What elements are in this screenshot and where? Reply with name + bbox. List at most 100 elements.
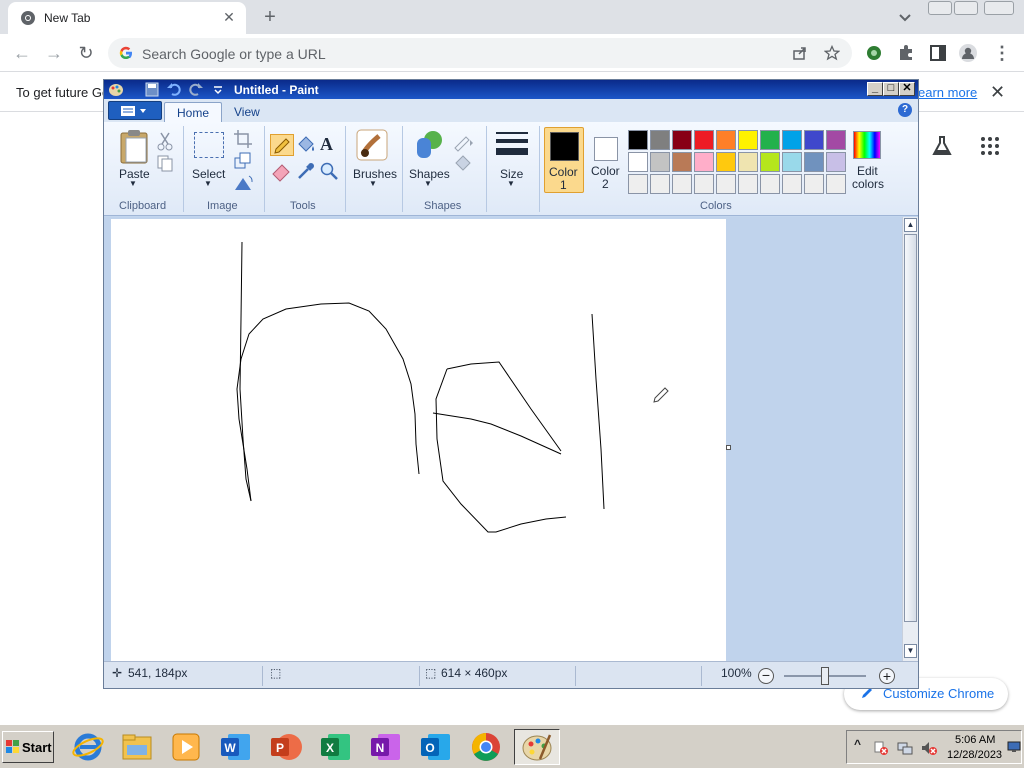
canvas-resize-handle[interactable] [726,445,731,450]
redo-icon[interactable] [188,82,204,97]
text-tool-icon[interactable]: A [320,134,333,155]
star-icon[interactable] [824,45,840,61]
magnifier-icon[interactable] [318,160,340,182]
palette-swatch[interactable] [804,152,824,172]
palette-swatch[interactable] [672,174,692,194]
palette-swatch[interactable] [826,152,846,172]
palette-swatch[interactable] [650,130,670,150]
monitor-icon[interactable] [1007,741,1021,753]
paint-app-icon[interactable] [108,82,124,97]
powerpoint-icon[interactable]: P [268,729,304,765]
paint-file-menu-button[interactable] [108,101,162,120]
labs-flask-icon[interactable] [930,134,954,158]
scroll-thumb[interactable] [904,234,917,622]
start-button[interactable]: Start [2,731,54,763]
media-player-icon[interactable] [168,729,204,765]
palette-swatch[interactable] [694,130,714,150]
scroll-up-icon[interactable]: ▲ [904,218,917,232]
reload-icon[interactable]: ↻ [74,41,98,65]
vertical-scrollbar[interactable]: ▲ ▼ [902,217,918,661]
palette-swatch[interactable] [782,130,802,150]
color2-button[interactable]: Color 2 [588,127,624,193]
browser-tab[interactable]: New Tab ✕ [8,2,246,34]
forward-icon[interactable]: → [42,41,66,65]
close-window-button[interactable] [984,1,1014,15]
minimize-button[interactable] [928,1,952,15]
tab-view[interactable]: View [222,102,272,122]
palette-swatch[interactable] [694,152,714,172]
pencil-tool-button[interactable] [270,134,294,156]
palette-swatch[interactable] [760,152,780,172]
scroll-down-icon[interactable]: ▼ [904,644,917,658]
omnibox[interactable]: Search Google or type a URL [108,38,852,68]
extension-globe-icon[interactable] [864,43,884,63]
network-icon[interactable] [897,740,913,756]
palette-swatch[interactable] [716,152,736,172]
fill-icon[interactable] [452,152,474,174]
puzzle-icon[interactable] [896,43,916,63]
palette-swatch[interactable] [760,130,780,150]
rotate-icon[interactable] [232,172,254,194]
fill-bucket-icon[interactable] [295,134,317,156]
palette-swatch[interactable] [782,152,802,172]
onenote-icon[interactable]: N [368,729,404,765]
palette-swatch[interactable] [716,130,736,150]
palette-swatch[interactable] [782,174,802,194]
palette-swatch[interactable] [826,174,846,194]
tab-home[interactable]: Home [164,102,223,122]
apps-grid-icon[interactable] [980,136,1000,156]
drawing-canvas[interactable] [111,219,726,661]
profile-avatar-icon[interactable] [958,43,978,63]
paint-close-button[interactable]: ✕ [899,82,915,96]
palette-swatch[interactable] [826,130,846,150]
palette-swatch[interactable] [694,174,714,194]
clock-date[interactable]: 12/28/2023 [947,749,1002,761]
chrome-icon[interactable] [468,729,504,765]
zoom-slider-thumb[interactable] [821,667,829,685]
crop-icon[interactable] [232,128,254,150]
outlook-icon[interactable]: O [418,729,454,765]
show-hidden-icons-icon[interactable]: ^ [854,737,861,751]
paste-icon[interactable] [118,128,150,164]
color1-button[interactable]: Color 1 [544,127,584,193]
paint-minimize-button[interactable]: _ [867,82,883,96]
restore-button[interactable] [954,1,978,15]
resize-icon[interactable] [232,150,254,172]
word-icon[interactable]: W [218,729,254,765]
select-icon[interactable] [194,132,224,158]
edit-colors-button[interactable]: Edit colors [849,127,885,193]
zoom-in-icon[interactable]: + [879,668,895,684]
palette-swatch[interactable] [650,174,670,194]
excel-icon[interactable]: X [318,729,354,765]
internet-explorer-icon[interactable] [70,729,106,765]
side-panel-icon[interactable] [928,43,948,63]
palette-swatch[interactable] [738,174,758,194]
shapes-dropdown-icon[interactable]: ▼ [424,179,432,188]
volume-muted-icon[interactable] [921,740,937,756]
copy-icon[interactable] [154,152,176,174]
palette-swatch[interactable] [628,130,648,150]
select-dropdown-icon[interactable]: ▼ [204,179,212,188]
save-icon[interactable] [144,82,160,97]
info-bar-close-icon[interactable]: ✕ [990,82,1005,103]
palette-swatch[interactable] [672,130,692,150]
color-picker-icon[interactable] [295,160,317,182]
palette-swatch[interactable] [628,152,648,172]
chevron-down-icon[interactable] [895,8,915,28]
eraser-icon[interactable] [270,160,292,182]
security-alert-icon[interactable] [873,740,889,756]
outline-icon[interactable] [452,130,474,152]
paint-maximize-button[interactable]: □ [883,82,899,96]
share-icon[interactable] [792,45,808,61]
palette-swatch[interactable] [672,152,692,172]
tab-close-icon[interactable]: ✕ [220,8,238,26]
palette-swatch[interactable] [738,152,758,172]
new-tab-button[interactable]: + [258,6,282,30]
palette-swatch[interactable] [804,174,824,194]
palette-swatch[interactable] [716,174,736,194]
paste-dropdown-icon[interactable]: ▼ [129,179,137,188]
palette-swatch[interactable] [738,130,758,150]
palette-swatch[interactable] [804,130,824,150]
shapes-icon[interactable] [411,128,445,162]
back-icon[interactable]: ← [10,41,34,65]
